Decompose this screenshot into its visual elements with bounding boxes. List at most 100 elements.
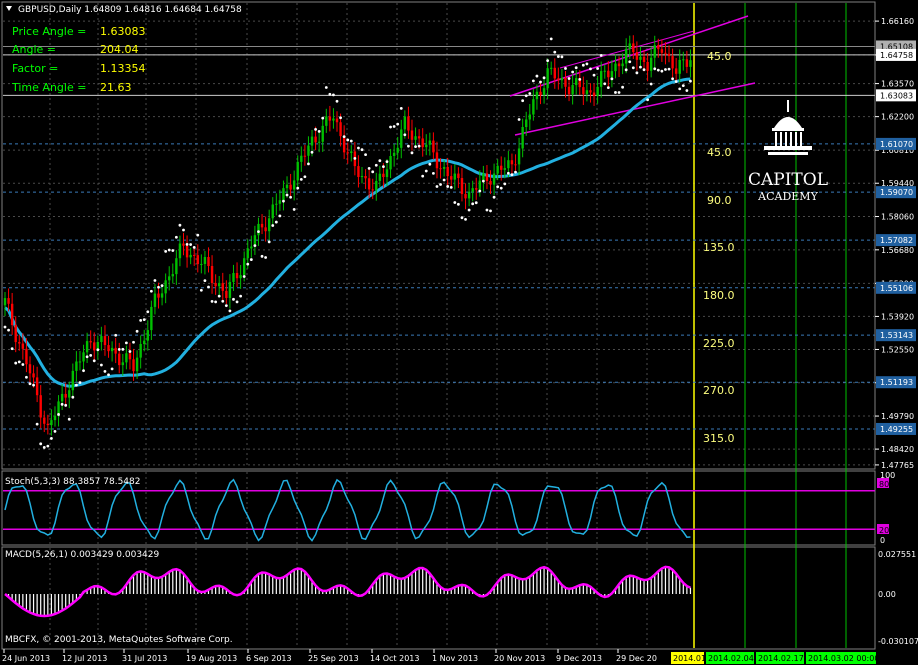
angle-label: 315.0 [703,432,735,445]
macd-label: MACD(5,26,1) 0.003429 0.003429 [5,550,160,560]
price-label-box: 1.64758 [876,48,916,61]
psar-dot [142,318,146,322]
psar-dot [71,395,75,399]
param-value: 1.63083 [100,25,146,38]
psar-dot [353,156,357,160]
psar-dot [278,214,282,218]
price-label-box: 1.57082 [876,234,916,247]
psar-dot [82,369,85,373]
price-tick-label: 1.47765 [881,461,914,470]
psar-dot [285,193,289,197]
psar-dot [64,403,68,407]
psar-dot [685,89,689,92]
psar-dot [103,369,107,373]
psar-dot [349,139,353,143]
psar-dot [210,300,214,303]
psar-dot [485,208,489,212]
psar-dot [260,254,264,258]
psar-dot [35,422,39,426]
psar-dot [446,185,450,188]
psar-dot [228,309,232,313]
stoch-scale-min: 0 [880,536,885,545]
time-marker-text: 2014.03.02 00:00 [808,654,879,663]
psar-dot [549,37,553,41]
psar-dot [578,77,582,81]
psar-dot [25,375,28,379]
psar-dot [514,170,517,174]
price-tick-label: 1.58060 [881,213,914,222]
psar-dot [28,382,32,386]
psar-dot [432,171,435,175]
psar-dot [267,240,271,244]
psar-dot [603,82,607,86]
psar-dot [499,186,503,190]
psar-dot [424,169,428,173]
psar-dot [292,208,296,211]
macd-scale-min: -0.030107 [878,637,918,646]
psar-dot [199,288,203,292]
psar-dot [539,80,542,84]
psar-dot [192,246,196,249]
stoch-level-20: 20 [879,526,889,535]
psar-dot [346,138,350,142]
stoch-scale-max: 100 [880,471,895,480]
psar-dot [50,437,53,440]
psar-dot [357,146,360,150]
stoch-label: Stoch(5,3,3) 88.3857 78.5482 [5,477,140,487]
time-marker-text: 2014.02.17 [758,654,804,663]
psar-dot [299,177,303,181]
time-marker-label: 2014.03.02 00:00 [806,652,879,664]
psar-dot [128,350,132,353]
psar-dot [185,242,189,246]
price-chart[interactable]: GBPUSD,Daily 1.64809 1.64816 1.64684 1.6… [0,0,918,665]
psar-dot [642,68,646,72]
psar-dot [157,285,160,289]
price-label-box: 1.61070 [876,137,916,150]
time-label: 9 Dec 2013 [556,654,602,663]
psar-dot [235,300,239,304]
psar-dot [364,153,367,157]
psar-dot [589,67,592,71]
psar-dot [442,178,446,182]
price-label-box: 1.51193 [876,376,916,389]
psar-dot [167,248,171,252]
psar-dot [21,363,25,366]
price-label-text: 1.53143 [880,331,913,340]
psar-dot [467,208,471,212]
logo-line2: ACADEMY [757,190,818,203]
psar-dot [639,65,642,69]
param-value: 21.63 [100,81,132,94]
psar-dot [378,159,382,163]
price-tick-label: 1.56680 [881,246,914,255]
time-label: 29 Dec 20 [616,654,657,663]
psar-dot [478,189,482,193]
psar-dot [221,299,225,303]
price-tick-label: 1.66160 [881,17,914,26]
psar-dot [628,60,632,64]
psar-dot [524,94,528,98]
psar-dot [453,201,457,204]
price-label-text: 1.55106 [880,284,913,293]
psar-dot [57,413,60,416]
time-label: 20 Nov 2013 [494,654,545,663]
psar-dot [78,381,82,384]
psar-dot [392,125,396,128]
psar-dot [135,329,139,333]
psar-dot [203,279,207,283]
psar-dot [189,243,193,246]
angle-label: 45.0 [707,50,732,63]
param-value: 204.04 [100,43,139,56]
psar-dot [506,171,510,175]
psar-dot [621,85,625,89]
psar-dot [121,347,125,351]
psar-dot [542,76,546,80]
macd-scale-max: 0.027551 [878,550,916,559]
psar-dot [581,63,585,67]
psar-dot [610,77,614,81]
price-label-text: 1.59070 [880,188,913,197]
psar-dot [624,68,628,72]
psar-dot [664,68,667,71]
psar-dot [382,165,385,169]
psar-dot [460,216,464,220]
price-label-text: 1.57082 [880,236,913,245]
